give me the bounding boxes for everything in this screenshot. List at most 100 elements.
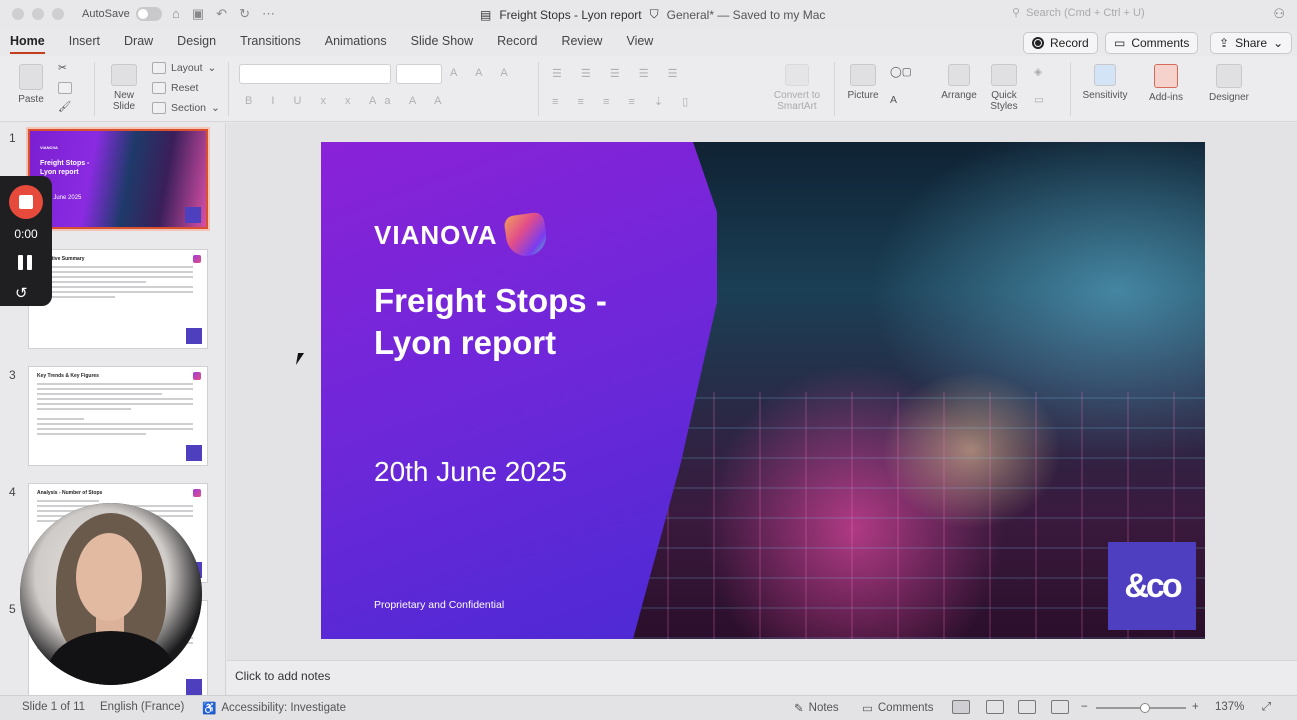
tab-animations[interactable]: Animations xyxy=(325,34,387,48)
textbox-button[interactable]: A xyxy=(890,94,897,106)
notes-button[interactable]: ✎ Notes xyxy=(794,701,839,715)
tab-home[interactable]: Home xyxy=(10,34,45,54)
ribbon-divider xyxy=(538,62,539,116)
tab-insert[interactable]: Insert xyxy=(69,34,100,48)
font-size-select[interactable] xyxy=(396,64,442,84)
picture-button[interactable]: Picture xyxy=(842,64,884,101)
tab-record[interactable]: Record xyxy=(497,34,537,48)
search-input[interactable]: Search (Cmd + Ctrl + U) xyxy=(1026,7,1145,19)
accessibility-button[interactable]: ♿ Accessibility: Investigate xyxy=(202,701,346,715)
zoom-in-button[interactable]: + xyxy=(1192,701,1199,713)
thumb-title: Key Trends & Key Figures xyxy=(37,373,99,379)
copy-icon xyxy=(58,82,72,94)
shapes-icon: ◯▢ xyxy=(890,66,912,78)
recording-time: 0:00 xyxy=(14,227,38,241)
reset-button[interactable]: Reset xyxy=(152,82,198,94)
autosave-toggle[interactable] xyxy=(135,7,162,21)
zoom-slider[interactable] xyxy=(1096,703,1186,713)
slide-sorter-view-icon[interactable] xyxy=(986,700,1004,714)
close-window-button[interactable] xyxy=(12,8,24,20)
section-button[interactable]: Section ⌄ xyxy=(152,102,220,114)
arrange-icon xyxy=(948,64,970,86)
zoom-level[interactable]: 137% xyxy=(1215,701,1244,713)
co-logo-icon xyxy=(186,445,202,461)
tab-design[interactable]: Design xyxy=(177,34,216,48)
tab-view[interactable]: View xyxy=(626,34,653,48)
slide-date[interactable]: 20th June 2025 xyxy=(374,456,567,488)
new-slide-label: New Slide xyxy=(112,90,136,112)
paste-button[interactable]: Paste xyxy=(14,64,48,105)
reading-view-icon[interactable] xyxy=(1018,700,1036,714)
search-box[interactable]: ⚲ Search (Cmd + Ctrl + U) xyxy=(1012,6,1145,20)
slide-thumbnail-1[interactable]: VIANOVA Freight Stops - Lyon report 20th… xyxy=(28,129,208,229)
paste-label: Paste xyxy=(18,94,44,105)
shape-outline-button[interactable]: ▭ xyxy=(1034,94,1044,106)
document-icon: ▤ xyxy=(480,7,492,22)
normal-view-icon[interactable] xyxy=(952,700,970,714)
thumb-text-lines xyxy=(37,266,193,301)
slide-thumbnail-2[interactable]: Executive Summary xyxy=(28,249,208,349)
undo-icon[interactable]: ↶ xyxy=(216,6,227,22)
font-family-select[interactable] xyxy=(239,64,391,84)
shapes-button[interactable]: ◯▢ xyxy=(890,66,912,78)
home-icon[interactable]: ⌂ xyxy=(172,6,180,22)
addins-button[interactable]: Add-ins xyxy=(1144,64,1188,103)
slide-confidential-note[interactable]: Proprietary and Confidential xyxy=(374,599,504,611)
share-label: Share xyxy=(1235,36,1268,50)
zoom-window-button[interactable] xyxy=(52,8,64,20)
search-icon: ⚲ xyxy=(1012,7,1021,19)
slide-title[interactable]: Freight Stops - Lyon report xyxy=(374,280,674,364)
zoom-slider-handle[interactable] xyxy=(1140,703,1150,713)
language-indicator[interactable]: English (France) xyxy=(100,701,184,713)
share-icon: ⇪ xyxy=(1219,36,1230,50)
section-label: Section xyxy=(171,102,207,114)
fill-icon: ◈ xyxy=(1034,66,1043,78)
more-icon[interactable]: ⋯ xyxy=(262,6,275,22)
sensitivity-button[interactable]: Sensitivity xyxy=(1078,64,1132,101)
tab-slide-show[interactable]: Slide Show xyxy=(411,34,474,48)
format-painter-button[interactable]: 🖌 xyxy=(58,100,71,113)
restart-recording-button[interactable]: ↺ xyxy=(15,284,28,302)
current-slide[interactable]: VIANOVA Freight Stops - Lyon report 20th… xyxy=(321,142,1205,639)
pause-recording-button[interactable] xyxy=(18,255,34,271)
addins-icon xyxy=(1154,64,1178,88)
vianova-logo-icon xyxy=(193,372,201,380)
notes-pane[interactable]: Click to add notes xyxy=(227,660,1297,694)
fit-to-window-icon[interactable]: ⤢ xyxy=(1262,701,1271,714)
people-icon[interactable]: ⚇ xyxy=(1273,6,1285,22)
shape-fill-button[interactable]: ◈ xyxy=(1034,66,1042,78)
slide-thumbnail-3[interactable]: Key Trends & Key Figures xyxy=(28,366,208,466)
redo-icon[interactable]: ↻ xyxy=(239,6,250,22)
tab-draw[interactable]: Draw xyxy=(124,34,153,48)
convert-smartart-button[interactable]: Convert to SmartArt xyxy=(768,64,826,112)
slideshow-view-icon[interactable] xyxy=(1051,700,1069,714)
layout-button[interactable]: Layout ⌄ xyxy=(152,62,216,74)
comments-label: Comments xyxy=(1131,36,1190,50)
status-comments-button[interactable]: ▭ Comments xyxy=(862,701,933,715)
notes-icon: ✎ xyxy=(794,703,804,715)
notes-placeholder[interactable]: Click to add notes xyxy=(235,669,330,683)
screen-recorder-widget: 0:00 ↺ xyxy=(0,176,52,306)
minimize-window-button[interactable] xyxy=(32,8,44,20)
slide-counter: Slide 1 of 11 xyxy=(22,701,86,713)
record-button[interactable]: Record xyxy=(1023,32,1098,54)
new-slide-button[interactable]: New Slide xyxy=(104,64,144,112)
copy-button[interactable] xyxy=(58,82,72,94)
quick-styles-button[interactable]: Quick Styles xyxy=(984,64,1024,112)
document-name: Freight Stops - Lyon report xyxy=(499,7,642,22)
cut-button[interactable]: ✂ xyxy=(58,62,67,74)
share-button[interactable]: ⇪ Share ⌄ xyxy=(1210,32,1293,54)
document-status[interactable]: General* — Saved to my Mac xyxy=(667,8,826,22)
comments-button[interactable]: ▭ Comments xyxy=(1105,32,1199,54)
thumb-text-lines xyxy=(37,383,193,438)
arrange-button[interactable]: Arrange xyxy=(938,64,980,101)
scissors-icon: ✂ xyxy=(58,62,67,74)
stop-recording-button[interactable] xyxy=(9,185,43,219)
zoom-out-button[interactable]: − xyxy=(1081,701,1088,713)
save-icon[interactable]: ▣ xyxy=(192,6,204,22)
designer-button[interactable]: Designer xyxy=(1204,64,1254,103)
status-bar: Slide 1 of 11 English (France) ♿ Accessi… xyxy=(0,695,1297,720)
tab-review[interactable]: Review xyxy=(561,34,602,48)
tab-transitions[interactable]: Transitions xyxy=(240,34,301,48)
webcam-bubble[interactable] xyxy=(20,503,202,685)
